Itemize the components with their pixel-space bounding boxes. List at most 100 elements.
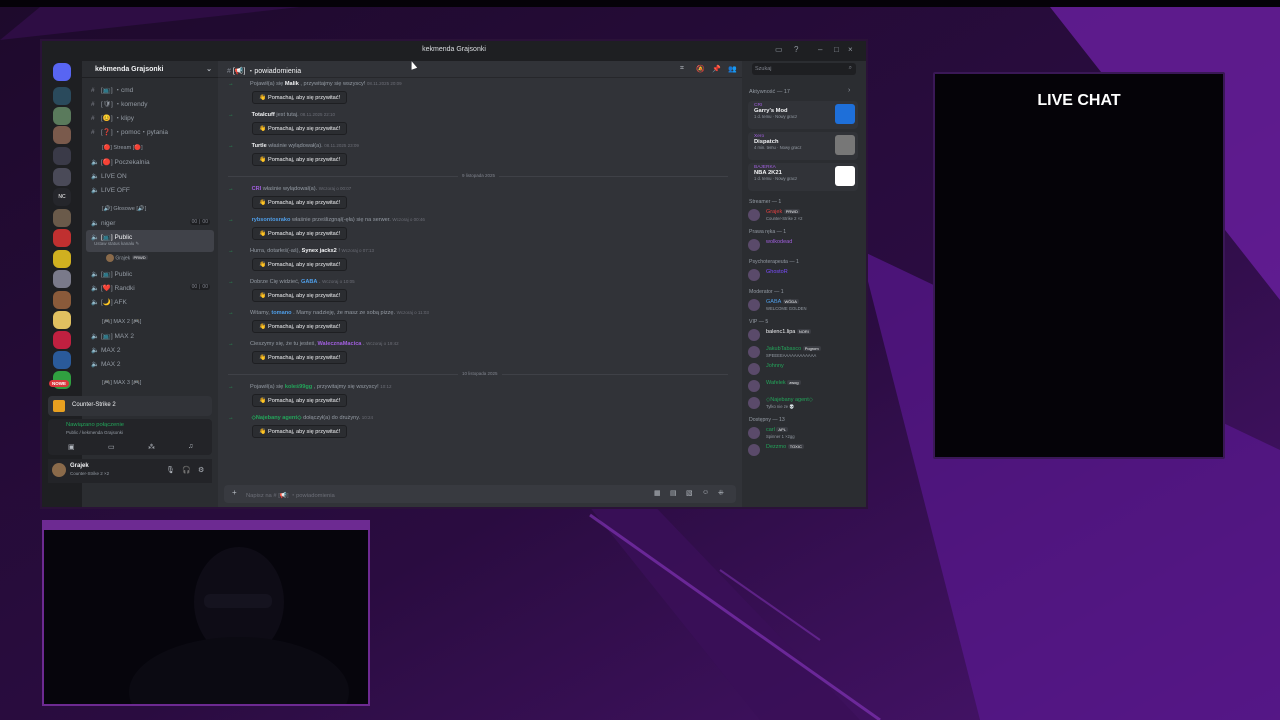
avatar[interactable] — [52, 463, 66, 477]
username[interactable]: Totalcuff — [252, 112, 275, 118]
activity-card[interactable]: CRI Garry's Mod 1 d. temu · Nowy gracz — [748, 101, 858, 129]
server-icon[interactable] — [53, 311, 71, 329]
username[interactable]: tomano — [271, 310, 291, 316]
voice-user[interactable]: Grajek PRWD — [106, 254, 148, 262]
channel-item[interactable]: 🔈 [🔴] Poczekalnia — [86, 155, 214, 168]
gift-icon[interactable]: ▦ — [654, 489, 661, 497]
server-icon[interactable] — [53, 229, 71, 247]
microphone-icon[interactable]: 🎙 — [166, 466, 175, 474]
server-icon[interactable] — [53, 107, 71, 125]
category-max3[interactable]: [🎮] MAX 3 [🎮] — [102, 380, 141, 386]
category-voice[interactable]: [🔊] Głosowe [🔊] — [102, 206, 146, 212]
wave-button[interactable]: 👋 Pomachaj, aby się przywitać! — [252, 258, 348, 271]
gif-icon[interactable]: ▤ — [670, 489, 677, 497]
channel-item[interactable]: # [❓] ・pomoc・pytania — [86, 123, 214, 136]
voice-channel[interactable]: 🔈 [❤️] Randki 00 ∣ 00 — [86, 281, 214, 294]
wave-button[interactable]: 👋 Pomachaj, aby się przywitać! — [252, 153, 348, 166]
soundboard-icon[interactable]: ♫ — [188, 443, 193, 450]
discord-window[interactable]: kekmenda Grajsonki ▭ ? – □ × NC NOWE kek… — [40, 39, 868, 509]
server-icon[interactable] — [53, 87, 71, 105]
chevron-right-icon[interactable]: › — [848, 87, 850, 94]
server-icon[interactable]: NC — [53, 188, 71, 206]
member-item[interactable]: Grajek PRWD Counter-Strike 2 ×2 — [748, 208, 860, 222]
voice-channel[interactable]: 🔈 [📺] MAX 2 — [86, 329, 214, 342]
wave-button[interactable]: 👋 Pomachaj, aby się przywitać! — [252, 196, 348, 209]
channel-item[interactable]: 🔈 LIVE OFF — [86, 183, 214, 196]
message-input[interactable]: + Napisz na # [📢] ・powiadomienia ▦ ▤ ▧ ☺ … — [224, 485, 736, 503]
member-item[interactable]: Wafelek zwog — [748, 379, 860, 393]
member-item[interactable]: balenc1.lipa NORI — [748, 328, 860, 342]
server-icon[interactable] — [53, 250, 71, 268]
channel-item[interactable]: 🔈 LIVE ON — [86, 169, 214, 182]
member-item[interactable]: ◇Najebany agent◇ Tylko nie ze 💀 — [748, 396, 860, 410]
voice-channel[interactable]: 🔈 [🌙] AFK — [86, 295, 214, 308]
threads-icon[interactable]: ⌗ — [680, 65, 684, 73]
activities-icon[interactable]: ⁂ — [148, 443, 155, 451]
sticker-icon[interactable]: ▧ — [686, 489, 693, 497]
minimize-icon[interactable]: – — [818, 45, 822, 54]
channel-status[interactable]: Ustaw status kanału ✎ — [94, 241, 139, 247]
server-icon[interactable] — [53, 351, 71, 369]
wave-button[interactable]: 👋 Pomachaj, aby się przywitać! — [252, 227, 348, 240]
voice-channel[interactable]: 🔈 niger 00 ∣ 00 — [86, 216, 214, 229]
connection-location[interactable]: Public / kekmenda Grajsonki — [66, 430, 123, 435]
game-activity-panel[interactable]: Counter-Strike 2 — [48, 396, 212, 416]
channel-item[interactable]: # [🛡] ・komendy — [86, 95, 214, 108]
channel-item[interactable]: # [😊] ・klipy — [86, 109, 214, 122]
member-item[interactable]: carl APL Spinner 1 ×2gg — [748, 426, 860, 440]
home-icon[interactable] — [53, 63, 71, 81]
username[interactable]: WalecznaMacica — [317, 341, 361, 347]
chevron-down-icon[interactable]: ⌄ — [206, 65, 212, 73]
username[interactable]: Turtle — [252, 143, 267, 149]
wave-button[interactable]: 👋 Pomachaj, aby się przywitać! — [252, 289, 348, 302]
headphones-icon[interactable]: 🎧 — [182, 466, 191, 474]
member-item[interactable]: GABA WÓDA WELCOME GOLDEN — [748, 298, 860, 312]
pin-icon[interactable]: 📌 — [712, 65, 721, 73]
maximize-icon[interactable]: □ — [834, 45, 839, 54]
video-off-icon[interactable]: ▣ — [68, 443, 75, 451]
wave-button[interactable]: 👋 Pomachaj, aby się przywitać! — [252, 320, 348, 333]
username[interactable]: CRI — [252, 186, 262, 192]
activity-card[interactable]: BAJERKA NBA 2K21 1 d. temu · Nowy gracz — [748, 163, 858, 191]
emoji-icon[interactable]: ☺ — [702, 489, 709, 496]
username[interactable]: Synex jackx2 — [302, 248, 337, 254]
category-max[interactable]: [🎮] MAX 2 [🎮] — [102, 319, 141, 325]
help-icon[interactable]: ? — [794, 45, 798, 54]
wave-button[interactable]: 👋 Pomachaj, aby się przywitać! — [252, 394, 348, 407]
member-item[interactable]: Dezzmo TOXIC — [748, 443, 860, 457]
member-item[interactable]: Johnny — [748, 362, 860, 376]
screen-share-icon[interactable]: ▭ — [108, 443, 115, 451]
add-attachment-icon[interactable]: + — [232, 488, 237, 497]
wave-button[interactable]: 👋 Pomachaj, aby się przywitać! — [252, 122, 348, 135]
voice-channel[interactable]: 🔈 [📺] Public — [86, 267, 214, 280]
inbox-icon[interactable]: ▭ — [775, 45, 783, 54]
server-icon[interactable] — [53, 126, 71, 144]
server-icon[interactable] — [53, 168, 71, 186]
activity-card[interactable]: Xero Dispatch 4 min. temu · Nowy gracz — [748, 132, 858, 160]
wave-button[interactable]: 👋 Pomachaj, aby się przywitać! — [252, 91, 348, 104]
username[interactable]: ◇Najebany agent◇ — [252, 415, 302, 421]
server-icon[interactable] — [53, 270, 71, 288]
member-item[interactable]: wolkodead — [748, 238, 860, 252]
apps-icon[interactable]: ⁜ — [718, 489, 724, 497]
search-input[interactable]: Szukaj ⌕ — [752, 63, 856, 75]
server-icon[interactable] — [53, 291, 71, 309]
username[interactable]: Malik — [285, 81, 299, 87]
guild-header[interactable]: kekmenda Grajsonki ⌄ — [82, 61, 218, 78]
server-icon[interactable] — [53, 209, 71, 227]
server-icon[interactable] — [53, 331, 71, 349]
members-icon[interactable]: 👥 — [728, 65, 737, 73]
username[interactable]: GABA — [301, 279, 317, 285]
gear-icon[interactable]: ⚙ — [198, 466, 204, 474]
wave-button[interactable]: 👋 Pomachaj, aby się przywitać! — [252, 351, 348, 364]
member-item[interactable]: JakubTabasco Pogrom SPEEEEAAAAAAAAAAAA — [748, 345, 860, 359]
voice-channel[interactable]: 🔈 MAX 2 — [86, 357, 214, 370]
username[interactable]: rybsontosrako — [252, 217, 291, 223]
mute-icon[interactable]: 🔕 — [696, 65, 705, 73]
channel-item[interactable]: # [📺] ・cmd — [86, 81, 214, 94]
category-stream[interactable]: [🔴] Stream [🔴] — [102, 145, 143, 151]
voice-channel[interactable]: 🔈 MAX 2 — [86, 343, 214, 356]
username[interactable]: koleś99gg — [285, 384, 312, 390]
voice-channel-active[interactable]: 🔈 [📺] Public Ustaw status kanału ✎ — [86, 230, 214, 252]
wave-button[interactable]: 👋 Pomachaj, aby się przywitać! — [252, 425, 348, 438]
